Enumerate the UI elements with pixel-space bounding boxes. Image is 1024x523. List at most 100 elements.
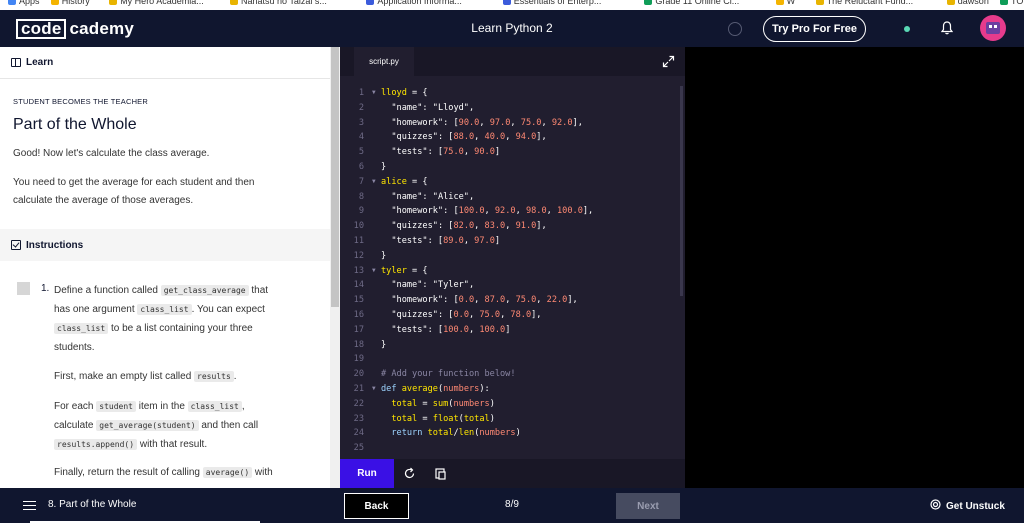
code-line[interactable]: 18} xyxy=(340,338,676,352)
fold-arrow-icon[interactable]: ▼ xyxy=(372,264,376,278)
output-pane[interactable] xyxy=(685,47,1024,488)
task-paragraph-1: Define a function called get_class_avera… xyxy=(54,281,316,357)
run-button[interactable]: Run xyxy=(340,459,394,488)
code-text: total = sum(numbers) xyxy=(381,397,495,411)
code-class-list: class_list xyxy=(137,304,192,315)
code-line[interactable]: 8 "name": "Alice", xyxy=(340,190,676,204)
task-text: , xyxy=(241,401,245,412)
scrollbar-thumb[interactable] xyxy=(331,47,339,307)
code-line[interactable]: 11 "tests": [89.0, 97.0] xyxy=(340,234,676,248)
editor-scrollbar[interactable] xyxy=(680,86,683,296)
code-results-append: results.append() xyxy=(54,439,138,450)
bookmark-item[interactable]: Essentials of Enterp... xyxy=(502,0,601,6)
code-line[interactable]: 7 ▼ alice = { xyxy=(340,175,676,189)
code-line[interactable]: 24 return total/len(numbers) xyxy=(340,426,676,440)
code-line[interactable]: 16 "quizzes": [0.0, 75.0, 78.0], xyxy=(340,308,676,322)
code-line[interactable]: 12} xyxy=(340,249,676,263)
fold-arrow-icon[interactable]: ▼ xyxy=(372,382,376,396)
learn-tab[interactable]: Learn xyxy=(0,47,330,79)
lesson-crumb[interactable]: 8. Part of the Whole xyxy=(48,499,136,510)
code-token: ] xyxy=(494,147,501,158)
code-token: "quizzes" xyxy=(391,132,438,143)
task-checkbox[interactable] xyxy=(17,282,30,295)
task-paragraph-3: For each student item in the class_list,… xyxy=(54,397,316,454)
copy-icon[interactable] xyxy=(434,467,447,485)
code-token: total xyxy=(427,428,454,439)
try-pro-button[interactable]: Try Pro For Free xyxy=(763,16,866,42)
code-line[interactable]: 5 "tests": [75.0, 90.0] xyxy=(340,145,676,159)
code-line[interactable]: 10 "quizzes": [82.0, 83.0, 91.0], xyxy=(340,219,676,233)
code-text: "tests": [100.0, 100.0] xyxy=(381,323,510,337)
fold-arrow-icon[interactable]: ▼ xyxy=(372,86,376,100)
code-token: tyler xyxy=(381,265,407,276)
code-line[interactable]: 3 "homework": [90.0, 97.0, 75.0, 92.0], xyxy=(340,116,676,130)
code-token: ] xyxy=(494,236,501,246)
code-line[interactable]: 13 ▼ tyler = { xyxy=(340,264,676,278)
bookmark-item[interactable]: W xyxy=(775,0,795,6)
bookmark-label: The Reluctant Fund... xyxy=(826,0,914,6)
get-unstuck-button[interactable]: Get Unstuck xyxy=(930,499,1005,513)
code-line[interactable]: 19 xyxy=(340,352,676,366)
back-button[interactable]: Back xyxy=(344,493,409,519)
code-line[interactable]: 17 "tests": [100.0, 100.0] xyxy=(340,323,676,337)
code-token: 87.0 xyxy=(484,295,506,306)
bookmark-item[interactable]: Apps xyxy=(8,0,40,6)
code-line[interactable]: 9 "homework": [100.0, 92.0, 98.0, 100.0]… xyxy=(340,204,676,218)
code-line[interactable]: 2 "name": "Lloyd", xyxy=(340,101,676,115)
code-line[interactable]: 21 ▼ def average(numbers): xyxy=(340,382,676,396)
fold-arrow-icon[interactable]: ▼ xyxy=(372,175,376,189)
bookmark-item[interactable]: History xyxy=(50,0,90,6)
code-line[interactable]: 1 ▼ lloyd = { xyxy=(340,86,676,100)
code-token: , xyxy=(510,117,521,128)
code-line[interactable]: 22 total = sum(numbers) xyxy=(340,397,676,411)
code-line[interactable]: 6} xyxy=(340,160,676,174)
code-token: = { xyxy=(406,265,428,276)
line-number: 20 xyxy=(353,369,364,380)
task-text: Define a function called xyxy=(54,285,161,296)
code-line[interactable]: 15 "homework": [0.0, 87.0, 75.0, 22.0], xyxy=(340,293,676,307)
code-token: , xyxy=(474,221,485,232)
bookmark-item[interactable]: dawson xyxy=(946,0,989,6)
code-line[interactable]: 20 # Add your function below! xyxy=(340,367,676,381)
code-line[interactable]: 25 xyxy=(340,441,676,455)
code-token: ) xyxy=(489,398,495,409)
code-text: lloyd = { xyxy=(381,86,428,100)
code-token: 92.0 xyxy=(551,117,573,128)
code-token: 78.0 xyxy=(510,310,532,320)
code-line[interactable]: 14 "name": "Tyler", xyxy=(340,278,676,292)
code-token: numbers xyxy=(443,384,480,394)
reset-icon[interactable] xyxy=(403,467,416,485)
bookmark-item[interactable]: TOK Presentation (... xyxy=(1000,0,1024,6)
code-token: ) xyxy=(515,428,521,439)
bookmark-label: Grade 11 Online Cl... xyxy=(655,0,740,6)
lesson-scrollbar[interactable] xyxy=(330,47,340,488)
avatar[interactable] xyxy=(980,15,1006,41)
bookmark-item[interactable]: The Reluctant Fund... xyxy=(815,0,914,6)
alarm-icon[interactable] xyxy=(728,22,742,36)
bookmark-item[interactable]: Nanatsu no Taizai s... xyxy=(230,0,327,6)
line-number: 13 xyxy=(353,265,364,276)
bell-icon[interactable] xyxy=(940,21,954,40)
code-student: student xyxy=(96,401,136,412)
avatar-face-icon xyxy=(986,22,1000,34)
task-text: . You can expect xyxy=(191,304,265,315)
bookmark-item[interactable]: Application Informa... xyxy=(366,0,462,6)
bookmark-item[interactable]: Grade 11 Online Cl... xyxy=(644,0,739,6)
bookmark-item[interactable]: My Hero Academia... xyxy=(109,0,204,6)
file-tab-script[interactable]: script.py xyxy=(354,47,414,76)
code-line[interactable]: 4 "quizzes": [88.0, 40.0, 94.0], xyxy=(340,130,676,144)
code-token: = { xyxy=(406,176,428,187)
menu-icon[interactable] xyxy=(23,501,36,510)
code-line[interactable]: 23 total = float(total) xyxy=(340,412,676,426)
code-token: : [ xyxy=(427,324,444,335)
next-button[interactable]: Next xyxy=(616,493,680,519)
expand-icon[interactable] xyxy=(662,55,675,68)
bookmark-icon xyxy=(50,0,59,5)
code-token: len xyxy=(458,428,475,439)
instructions-header[interactable]: Instructions xyxy=(0,229,330,261)
bookmark-label: Apps xyxy=(19,0,40,6)
line-number: 19 xyxy=(353,354,364,365)
line-number: 1 xyxy=(358,88,364,98)
